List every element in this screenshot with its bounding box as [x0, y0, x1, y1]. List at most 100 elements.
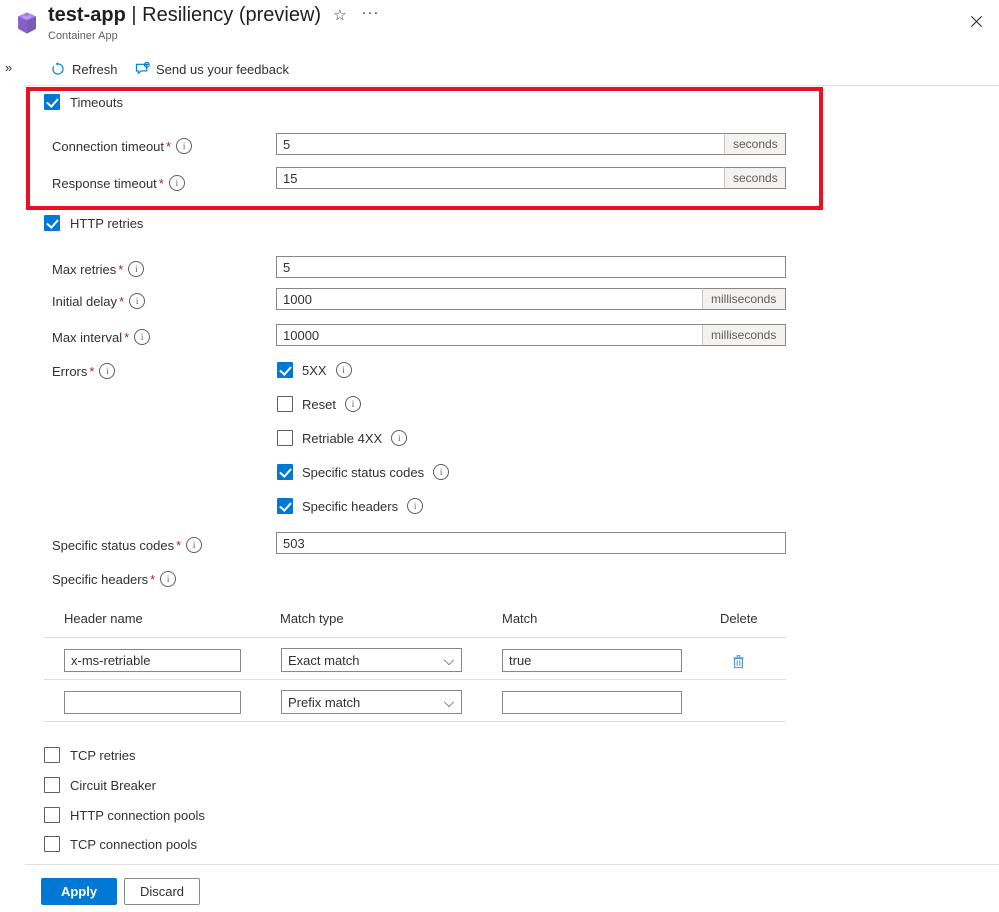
timeouts-section-checkbox[interactable]: Timeouts	[44, 94, 123, 110]
checkbox-icon	[44, 836, 60, 852]
max-retries-label: Max retries * i	[52, 261, 144, 277]
table-divider	[44, 721, 786, 722]
error-option-specific-headers[interactable]: Specific headers i	[277, 498, 423, 514]
initial-delay-label: Initial delay * i	[52, 293, 145, 309]
resiliency-form: Timeouts Connection timeout * i seconds …	[0, 0, 999, 912]
label-text: Specific headers	[52, 572, 148, 587]
checkbox-icon	[277, 498, 293, 514]
connection-timeout-unit: seconds	[724, 133, 786, 155]
footer-divider	[25, 864, 999, 865]
match-input-row-2[interactable]	[502, 691, 682, 714]
info-icon[interactable]: i	[433, 464, 449, 480]
checkbox-icon	[277, 464, 293, 480]
info-icon[interactable]: i	[160, 571, 176, 587]
header-name-input-row-2[interactable]	[64, 691, 241, 714]
errors-label: Errors * i	[52, 363, 115, 379]
match-type-value: Prefix match	[288, 695, 360, 710]
info-icon[interactable]: i	[99, 363, 115, 379]
required-marker: *	[150, 572, 155, 587]
table-column-match: Match	[502, 611, 537, 626]
option-label: Retriable 4XX	[302, 431, 382, 446]
specific-status-codes-label: Specific status codes * i	[52, 537, 202, 553]
discard-button[interactable]: Discard	[124, 878, 200, 905]
table-divider	[44, 679, 786, 680]
match-type-value: Exact match	[288, 653, 360, 668]
chevron-down-icon	[444, 655, 454, 665]
section-label: HTTP connection pools	[70, 808, 205, 823]
info-icon[interactable]: i	[186, 537, 202, 553]
required-marker: *	[124, 330, 129, 345]
checkbox-icon	[277, 362, 293, 378]
error-option-specific-status-codes[interactable]: Specific status codes i	[277, 464, 449, 480]
label-text: Max retries	[52, 262, 116, 277]
match-type-select-row-2[interactable]: Prefix match	[281, 690, 462, 714]
checkbox-icon	[277, 430, 293, 446]
specific-headers-label: Specific headers * i	[52, 571, 176, 587]
response-timeout-label: Response timeout * i	[52, 175, 185, 191]
match-type-select-row-1[interactable]: Exact match	[281, 648, 462, 672]
apply-button[interactable]: Apply	[41, 878, 117, 905]
section-label: TCP retries	[70, 748, 136, 763]
max-interval-label: Max interval * i	[52, 329, 150, 345]
checkbox-icon	[44, 215, 60, 231]
checkbox-icon	[44, 777, 60, 793]
http-retries-section-label: HTTP retries	[70, 216, 143, 231]
info-icon[interactable]: i	[129, 293, 145, 309]
circuit-breaker-section-checkbox[interactable]: Circuit Breaker	[44, 777, 156, 793]
checkbox-icon	[44, 807, 60, 823]
tcp-retries-section-checkbox[interactable]: TCP retries	[44, 747, 136, 763]
table-column-match-type: Match type	[280, 611, 344, 626]
option-label: Reset	[302, 397, 336, 412]
option-label: 5XX	[302, 363, 327, 378]
header-name-input-row-1[interactable]	[64, 649, 241, 672]
info-icon[interactable]: i	[176, 138, 192, 154]
max-retries-input[interactable]	[276, 256, 786, 278]
required-marker: *	[166, 139, 171, 154]
initial-delay-unit: milliseconds	[702, 288, 786, 310]
http-connection-pools-section-checkbox[interactable]: HTTP connection pools	[44, 807, 205, 823]
chevron-down-icon	[444, 697, 454, 707]
tcp-connection-pools-section-checkbox[interactable]: TCP connection pools	[44, 836, 197, 852]
info-icon[interactable]: i	[134, 329, 150, 345]
info-icon[interactable]: i	[169, 175, 185, 191]
required-marker: *	[159, 176, 164, 191]
table-column-delete: Delete	[720, 611, 758, 626]
info-icon[interactable]: i	[407, 498, 423, 514]
max-interval-unit: milliseconds	[702, 324, 786, 346]
response-timeout-unit: seconds	[724, 167, 786, 189]
response-timeout-input[interactable]	[276, 167, 725, 189]
table-column-header-name: Header name	[64, 611, 143, 626]
table-divider	[44, 637, 786, 638]
label-text: Connection timeout	[52, 139, 164, 154]
info-icon[interactable]: i	[391, 430, 407, 446]
specific-status-codes-input[interactable]	[276, 532, 786, 554]
match-input-row-1[interactable]	[502, 649, 682, 672]
label-text: Errors	[52, 364, 87, 379]
label-text: Initial delay	[52, 294, 117, 309]
info-icon[interactable]: i	[345, 396, 361, 412]
option-label: Specific status codes	[302, 465, 424, 480]
section-label: TCP connection pools	[70, 837, 197, 852]
required-marker: *	[119, 294, 124, 309]
max-interval-input[interactable]	[276, 324, 703, 346]
connection-timeout-label: Connection timeout * i	[52, 138, 192, 154]
label-text: Response timeout	[52, 176, 157, 191]
info-icon[interactable]: i	[128, 261, 144, 277]
http-retries-section-checkbox[interactable]: HTTP retries	[44, 215, 143, 231]
checkbox-icon	[44, 747, 60, 763]
required-marker: *	[89, 364, 94, 379]
error-option-retriable-4xx[interactable]: Retriable 4XX i	[277, 430, 407, 446]
required-marker: *	[118, 262, 123, 277]
delete-row-button-row-1[interactable]	[727, 650, 749, 672]
error-option-reset[interactable]: Reset i	[277, 396, 361, 412]
initial-delay-input[interactable]	[276, 288, 703, 310]
section-label: Circuit Breaker	[70, 778, 156, 793]
option-label: Specific headers	[302, 499, 398, 514]
connection-timeout-input[interactable]	[276, 133, 725, 155]
checkbox-icon	[277, 396, 293, 412]
label-text: Max interval	[52, 330, 122, 345]
timeouts-section-label: Timeouts	[70, 95, 123, 110]
info-icon[interactable]: i	[336, 362, 352, 378]
error-option-5xx[interactable]: 5XX i	[277, 362, 352, 378]
required-marker: *	[176, 538, 181, 553]
